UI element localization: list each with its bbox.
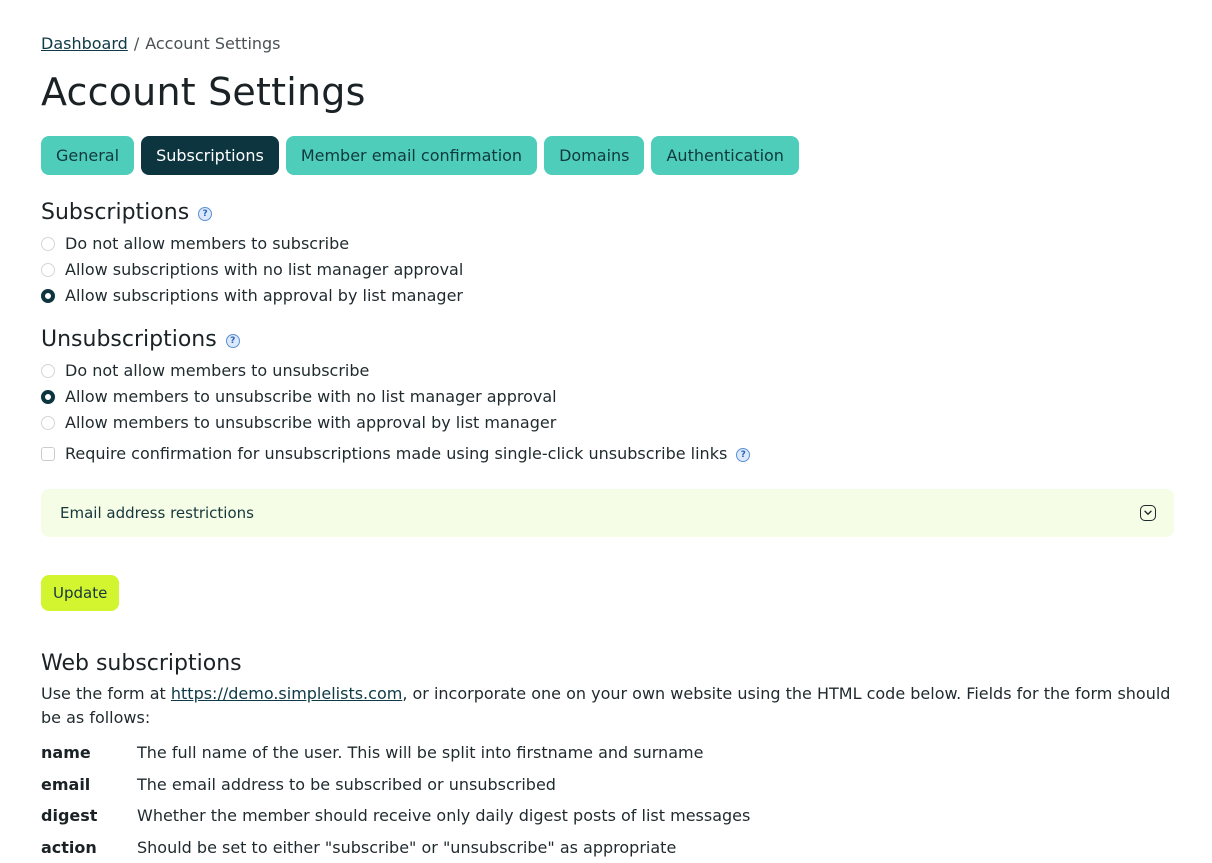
field-row-email: email The email address to be subscribed… [41, 768, 1212, 800]
demo-site-link[interactable]: https://demo.simplelists.com [171, 684, 402, 703]
radio-button[interactable] [41, 262, 55, 277]
field-row-action: action Should be set to either "subscrib… [41, 831, 1212, 863]
tab-subscriptions[interactable]: Subscriptions [141, 135, 279, 175]
page-title: Account Settings [41, 70, 366, 114]
question-circle-icon[interactable]: ? [736, 448, 751, 463]
tab-member-email-confirmation[interactable]: Member email confirmation [285, 135, 538, 175]
subscriptions-heading: Subscriptions ? [41, 200, 1212, 225]
field-description: Should be set to either "subscribe" or "… [137, 837, 677, 857]
option-label: Allow members to unsubscribe with no lis… [65, 387, 557, 407]
subscriptions-heading-text: Subscriptions [41, 199, 190, 225]
tab-domains[interactable]: Domains [544, 135, 645, 175]
field-name: email [41, 774, 91, 794]
unsubscriptions-heading-text: Unsubscriptions [41, 326, 217, 352]
tab-general[interactable]: General [41, 135, 135, 175]
unsubscription-option-with-approval[interactable]: Allow members to unsubscribe with approv… [41, 410, 1212, 436]
email-address-restrictions-panel[interactable]: Email address restrictions [41, 488, 1174, 537]
field-name: digest [41, 806, 98, 826]
breadcrumb-current: Account Settings [145, 34, 281, 53]
question-circle-icon[interactable]: ? [198, 206, 213, 221]
field-row-digest: digest Whether the member should receive… [41, 800, 1212, 832]
unsubscription-option-no-approval[interactable]: Allow members to unsubscribe with no lis… [41, 384, 1212, 410]
unsubscribe-confirmation-option[interactable]: Require confirmation for unsubscriptions… [41, 441, 1212, 467]
unsubscriptions-heading: Unsubscriptions ? [41, 327, 1212, 352]
field-description: The full name of the user. This will be … [137, 743, 704, 763]
breadcrumb-dashboard-link[interactable]: Dashboard [41, 34, 128, 53]
web-subscriptions-section: Web subscriptions Use the form at https:… [41, 651, 1212, 863]
unsubscriptions-section: Unsubscriptions ? Do not allow members t… [41, 327, 1212, 467]
option-label: Allow subscriptions with no list manager… [65, 260, 464, 280]
radio-button[interactable] [41, 363, 55, 378]
settings-tabs: General Subscriptions Member email confi… [41, 135, 1212, 175]
radio-button[interactable] [41, 415, 55, 430]
subscription-option-no-approval[interactable]: Allow subscriptions with no list manager… [41, 257, 1212, 283]
account-settings-page: Dashboard / Account Settings Account Setti… [0, 0, 1212, 863]
unsubscribe-confirmation-checkbox[interactable] [41, 446, 55, 461]
chevron-down-icon[interactable] [1140, 504, 1156, 521]
intro-text-before: Use the form at [41, 683, 171, 703]
radio-button-selected[interactable] [41, 389, 55, 404]
option-label: Do not allow members to unsubscribe [65, 361, 370, 381]
unsubscriptions-options: Do not allow members to unsubscribe Allo… [41, 358, 1212, 467]
field-description: The email address to be subscribed or un… [137, 774, 556, 794]
breadcrumb: Dashboard / Account Settings [41, 34, 1212, 56]
subscriptions-options: Do not allow members to subscribe Allow … [41, 231, 1212, 309]
question-circle-icon[interactable]: ? [225, 333, 240, 348]
field-name: action [41, 837, 97, 857]
tab-authentication[interactable]: Authentication [651, 135, 799, 175]
subscription-option-no-subscribe[interactable]: Do not allow members to subscribe [41, 231, 1212, 257]
subscriptions-section: Subscriptions ? Do not allow members to … [41, 200, 1212, 309]
field-row-name: name The full name of the user. This wil… [41, 737, 1212, 769]
unsubscription-option-no-unsubscribe[interactable]: Do not allow members to unsubscribe [41, 358, 1212, 384]
web-subscriptions-intro: Use the form at https://demo.simplelists… [41, 682, 1174, 730]
subscription-option-with-approval[interactable]: Allow subscriptions with approval by lis… [41, 283, 1212, 309]
option-label: Allow subscriptions with approval by lis… [65, 286, 463, 306]
radio-button-selected[interactable] [41, 288, 55, 303]
update-button[interactable]: Update [41, 574, 120, 611]
option-label: Do not allow members to subscribe [65, 234, 350, 254]
field-name: name [41, 743, 91, 763]
field-description: Whether the member should receive only d… [137, 806, 751, 826]
breadcrumb-separator: / [133, 34, 140, 53]
radio-button[interactable] [41, 236, 55, 251]
option-label: Allow members to unsubscribe with approv… [65, 413, 557, 433]
email-address-restrictions-label: Email address restrictions [60, 503, 254, 522]
web-subscriptions-heading: Web subscriptions [41, 650, 242, 676]
form-fields-list: name The full name of the user. This wil… [41, 737, 1212, 863]
option-label: Require confirmation for unsubscriptions… [65, 444, 728, 464]
